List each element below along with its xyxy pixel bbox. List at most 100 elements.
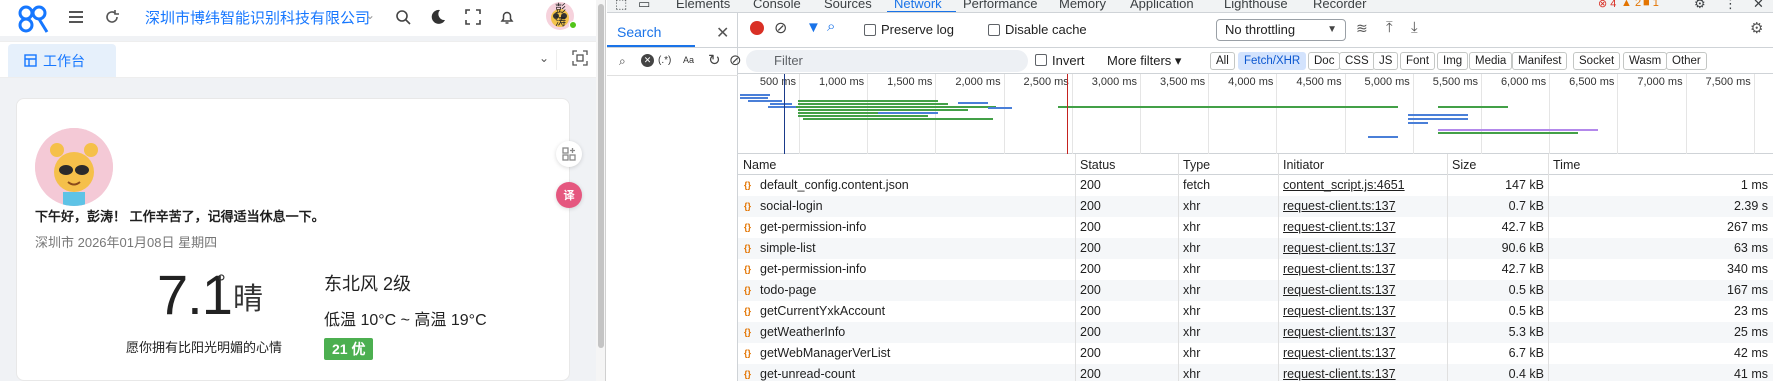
filter-media[interactable]: Media	[1469, 52, 1513, 70]
col-status[interactable]: Status	[1080, 158, 1115, 172]
refresh-icon[interactable]	[102, 7, 122, 27]
col-initiator[interactable]: Initiator	[1283, 158, 1324, 172]
close-search-icon[interactable]: ✕	[716, 23, 729, 43]
import-har-icon[interactable]: ⤒	[1386, 19, 1393, 36]
filter-fetch-xhr[interactable]: Fetch/XHR	[1238, 52, 1307, 70]
tab-maximize-icon[interactable]	[572, 50, 588, 69]
request-initiator-link[interactable]: request-client.ts:137	[1283, 220, 1396, 234]
table-row[interactable]: {} social-login 200 xhr request-client.ts:13…	[738, 196, 1773, 217]
column-divider[interactable]	[1278, 154, 1279, 381]
request-name[interactable]: get-permission-info	[760, 262, 866, 276]
error-count[interactable]: ⊗ 4	[1598, 0, 1616, 10]
request-initiator-link[interactable]: request-client.ts:137	[1283, 283, 1396, 297]
more-filters-button[interactable]: More filters ▾	[1107, 53, 1181, 69]
network-overview-timeline[interactable]: 500 ms 1,000 ms 1,500 ms 2,000 ms 2,500 ms 3,…	[738, 74, 1773, 154]
table-row[interactable]: {} todo-page 200 xhr request-client.ts:137 0.…	[738, 280, 1773, 301]
network-settings-icon[interactable]: ⚙	[1750, 19, 1763, 37]
search-tab[interactable]: Search	[617, 24, 661, 40]
fullscreen-icon[interactable]	[463, 7, 483, 27]
filter-img[interactable]: Img	[1437, 52, 1469, 70]
col-time[interactable]: Time	[1553, 158, 1580, 172]
settings-gear-icon[interactable]: ⚙	[1694, 0, 1706, 12]
table-row[interactable]: {} get-permission-info 200 xhr request-clien…	[738, 217, 1773, 238]
filter-wasm[interactable]: Wasm	[1623, 52, 1668, 70]
request-name[interactable]: getCurrentYxkAccount	[760, 304, 885, 318]
more-options-icon[interactable]: ⋮	[1724, 0, 1737, 12]
column-divider[interactable]	[1075, 154, 1076, 381]
throttling-select[interactable]: No throttling ▼	[1216, 19, 1346, 41]
issue-count[interactable]: ■ 1	[1643, 0, 1659, 9]
tab-workbench[interactable]: 工作台	[8, 44, 116, 77]
menu-icon[interactable]	[66, 7, 86, 27]
brand-logo-icon[interactable]	[17, 4, 49, 34]
tab-console[interactable]: Console	[753, 0, 801, 11]
request-name[interactable]: simple-list	[760, 241, 816, 255]
filter-toggle-icon[interactable]: ▼	[806, 19, 821, 36]
request-initiator-link[interactable]: request-client.ts:137	[1283, 367, 1396, 381]
tab-elements[interactable]: Elements	[676, 0, 730, 11]
request-name[interactable]: get-unread-count	[760, 367, 855, 381]
filter-other[interactable]: Other	[1666, 52, 1707, 70]
request-name[interactable]: get-permission-info	[760, 220, 866, 234]
request-initiator-link[interactable]: request-client.ts:137	[1283, 346, 1396, 360]
export-har-icon[interactable]: ⤓	[1411, 19, 1418, 36]
close-devtools-icon[interactable]: ✕	[1753, 0, 1764, 12]
disable-cache-checkbox[interactable]	[988, 24, 1000, 36]
tabs-dropdown-icon[interactable]: ⌄	[539, 51, 549, 65]
request-initiator-link[interactable]: request-client.ts:137	[1283, 241, 1396, 255]
filter-all[interactable]: All	[1210, 52, 1235, 70]
tab-sources[interactable]: Sources	[824, 0, 872, 11]
request-initiator-link[interactable]: content_script.js:4651	[1283, 178, 1405, 192]
tab-recorder[interactable]: Recorder	[1313, 0, 1366, 11]
tab-network[interactable]: Network	[894, 0, 942, 11]
col-type[interactable]: Type	[1183, 158, 1210, 172]
refresh-search-icon[interactable]: ↻	[708, 51, 721, 69]
regex-toggle[interactable]: (.*)	[658, 55, 671, 66]
filter-css[interactable]: CSS	[1339, 52, 1375, 70]
filter-socket[interactable]: Socket	[1573, 52, 1621, 70]
table-row[interactable]: {} get-permission-info 200 xhr request-clien…	[738, 259, 1773, 280]
device-toolbar-icon[interactable]: ▭	[638, 0, 650, 12]
dark-mode-icon[interactable]	[428, 7, 448, 27]
col-name[interactable]: Name	[743, 158, 776, 172]
tab-lighthouse[interactable]: Lighthouse	[1224, 0, 1288, 11]
search-network-icon[interactable]: ⌕	[827, 18, 835, 35]
table-row[interactable]: {} default_config.content.json 200 fetch con…	[738, 175, 1773, 196]
request-name[interactable]: getWeatherInfo	[760, 325, 845, 339]
filter-font[interactable]: Font	[1400, 52, 1436, 70]
tab-application[interactable]: Application	[1130, 0, 1194, 11]
request-initiator-link[interactable]: request-client.ts:137	[1283, 325, 1396, 339]
record-stop-icon[interactable]	[750, 21, 764, 35]
filter-manifest[interactable]: Manifest	[1512, 52, 1568, 70]
invert-checkbox[interactable]	[1035, 54, 1047, 66]
match-case-toggle[interactable]: Aa	[683, 55, 694, 65]
request-name[interactable]: todo-page	[760, 283, 816, 297]
chevron-down-icon[interactable]: ⌄	[365, 8, 375, 22]
table-row[interactable]: {} getWeatherInfo 200 xhr request-client.ts:…	[738, 322, 1773, 343]
table-row[interactable]: {} simple-list 200 xhr request-client.ts:137…	[738, 238, 1773, 259]
company-selector[interactable]: 深圳市博纬智能识别科技有限公司	[145, 7, 370, 28]
column-divider[interactable]	[1178, 154, 1179, 381]
warning-count[interactable]: ▲ 2	[1621, 0, 1641, 9]
table-row[interactable]: {} getCurrentYxkAccount 200 xhr request-clie…	[738, 301, 1773, 322]
tab-memory[interactable]: Memory	[1059, 0, 1106, 11]
filter-input[interactable]: Filter	[746, 50, 1028, 72]
search-icon[interactable]	[393, 7, 413, 27]
scrollbar-thumb[interactable]	[598, 4, 604, 348]
filter-js[interactable]: JS	[1373, 52, 1399, 70]
tab-performance[interactable]: Performance	[963, 0, 1037, 11]
bell-icon[interactable]	[497, 7, 517, 27]
filter-doc[interactable]: Doc	[1308, 52, 1341, 70]
add-widget-icon[interactable]	[556, 141, 582, 167]
translate-icon[interactable]: 译	[556, 182, 582, 208]
inspect-icon[interactable]: ⬚	[615, 0, 627, 12]
clear-log-icon[interactable]: ⊘	[774, 18, 787, 38]
table-row[interactable]: {} get-unread-count 200 xhr request-client.t…	[738, 364, 1773, 381]
request-initiator-link[interactable]: request-client.ts:137	[1283, 199, 1396, 213]
table-row[interactable]: {} getWebManagerVerList 200 xhr request-clie…	[738, 343, 1773, 364]
request-name[interactable]: getWebManagerVerList	[760, 346, 890, 360]
col-size[interactable]: Size	[1452, 158, 1476, 172]
network-conditions-icon[interactable]: ≋	[1356, 20, 1368, 37]
clear-search-icon[interactable]: ✕	[641, 54, 654, 67]
column-divider[interactable]	[1447, 154, 1448, 381]
